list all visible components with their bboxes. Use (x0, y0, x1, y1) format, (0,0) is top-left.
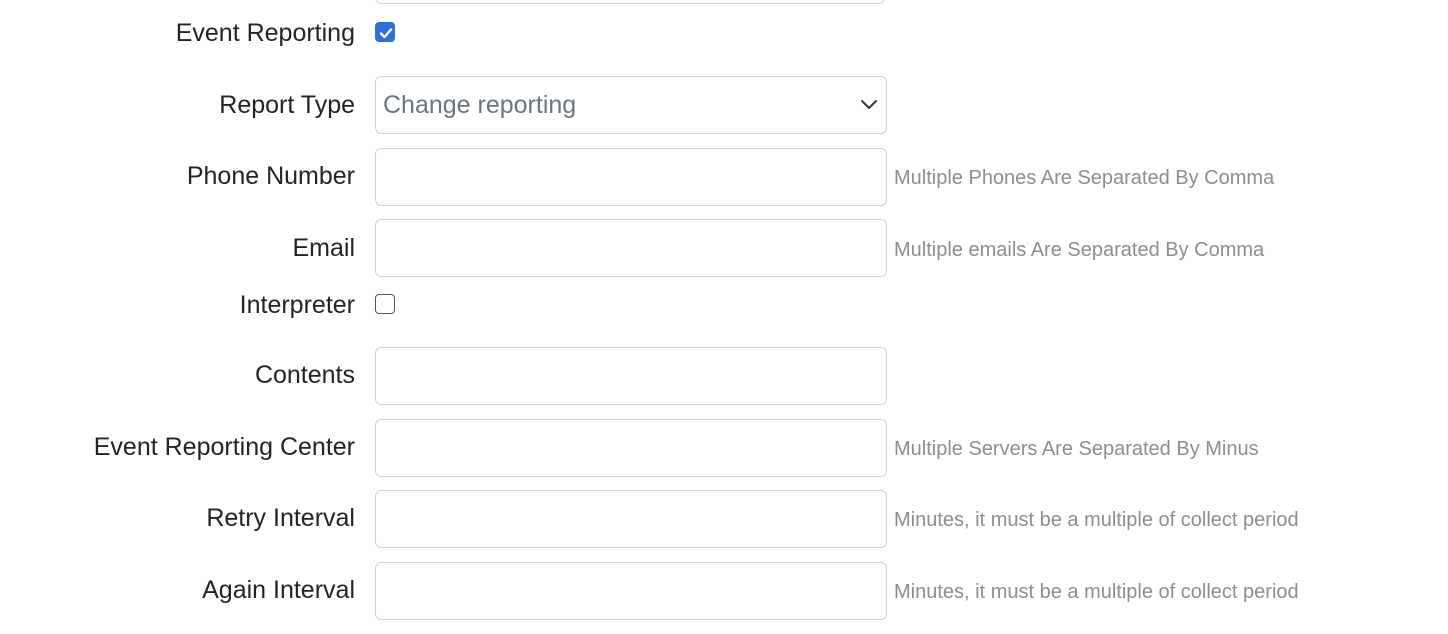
interpreter-checkbox[interactable] (375, 294, 395, 314)
chevron-down-icon (861, 100, 877, 109)
again-interval-hint: Minutes, it must be a multiple of collec… (894, 581, 1299, 603)
contents-label: Contents (254, 361, 355, 389)
retry-interval-hint: Minutes, it must be a multiple of collec… (894, 509, 1299, 531)
email-label: Email (292, 234, 355, 262)
event-reporting-center-label: Event Reporting Center (93, 433, 355, 461)
event-reporting-checkbox[interactable] (375, 22, 395, 42)
previous-field-input[interactable] (375, 0, 885, 4)
event-reporting-center-hint: Multiple Servers Are Separated By Minus (894, 438, 1259, 460)
again-interval-input[interactable] (375, 562, 887, 620)
phone-number-hint: Multiple Phones Are Separated By Comma (894, 167, 1275, 189)
event-reporting-form: Event Reporting Report Type Change repor… (0, 0, 1448, 634)
email-hint: Multiple emails Are Separated By Comma (894, 239, 1265, 261)
report-type-select[interactable]: Change reporting (375, 76, 887, 134)
retry-interval-input[interactable] (375, 490, 887, 548)
email-input[interactable] (375, 219, 887, 277)
again-interval-label: Again Interval (202, 576, 355, 604)
report-type-label: Report Type (219, 91, 355, 119)
checkmark-icon (379, 28, 393, 39)
retry-interval-label: Retry Interval (206, 504, 355, 532)
phone-number-input[interactable] (375, 148, 887, 206)
interpreter-label: Interpreter (239, 291, 355, 319)
contents-input[interactable] (375, 347, 887, 405)
event-reporting-label: Event Reporting (175, 19, 355, 47)
report-type-selected-value: Change reporting (383, 91, 577, 119)
event-reporting-center-input[interactable] (375, 419, 887, 477)
phone-number-label: Phone Number (186, 162, 355, 190)
